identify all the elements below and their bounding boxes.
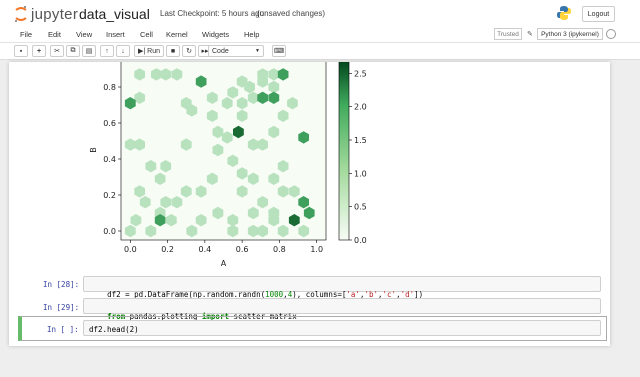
interrupt-button[interactable]: ■ (166, 45, 180, 57)
arrow-up-icon: ↑ (105, 47, 109, 55)
x-tick-label: 0.4 (198, 245, 211, 254)
toolbar: ▪ + ✂ ⧉ ▤ ↑ ↓ ▶| Run ■ ↻ ▸▸ Code ▼ ⌨ (0, 43, 640, 60)
cell-type-value: Code (212, 47, 229, 55)
command-palette-button[interactable]: ⌨ (272, 45, 286, 57)
pencil-icon[interactable]: ✎ (527, 30, 533, 38)
notebook-title[interactable]: data_visual (79, 6, 150, 22)
save-button[interactable]: ▪ (14, 45, 28, 57)
x-tick-label: 0.6 (236, 245, 249, 254)
copy-icon: ⧉ (70, 47, 76, 54)
menu-edit[interactable]: Edit (48, 30, 61, 39)
x-axis-label: A (221, 259, 227, 268)
checkpoint-status: Last Checkpoint: 5 hours ago (160, 9, 265, 18)
colorbar-tick-label: 1.5 (354, 136, 367, 145)
move-up-button[interactable]: ↑ (100, 45, 114, 57)
colorbar-tick-label: 2.5 (354, 69, 367, 78)
colorbar-tick-label: 1.0 (354, 169, 367, 178)
header: jupyter data_visual Last Checkpoint: 5 h… (0, 0, 640, 27)
insert-cell-button[interactable]: + (32, 45, 46, 57)
menu-kernel[interactable]: Kernel (166, 30, 188, 39)
colorbar-tick-label: 0.0 (354, 236, 367, 245)
copy-button[interactable]: ⧉ (66, 45, 80, 57)
paste-button[interactable]: ▤ (82, 45, 96, 57)
hexbin-chart: 0.0 0.2 0.4 0.6 0.8 1.0 0.0 0.2 0.4 0.6 0.8 A B 0.0 0.… (89, 62, 367, 268)
jupyter-logo-icon[interactable] (14, 5, 28, 23)
scissors-icon: ✂ (54, 48, 60, 55)
colorbar-tick-label: 0.5 (354, 203, 367, 212)
run-label: Run (147, 47, 161, 55)
y-tick-label: 0.4 (103, 155, 116, 164)
x-tick-label: 0.0 (124, 245, 137, 254)
run-button[interactable]: ▶| Run (134, 45, 164, 57)
menu-view[interactable]: View (76, 30, 92, 39)
paste-icon: ▤ (85, 48, 93, 55)
logout-button[interactable]: Logout (582, 6, 615, 22)
arrow-down-icon: ↓ (121, 47, 125, 55)
y-tick-label: 0.6 (103, 119, 116, 128)
cut-button[interactable]: ✂ (50, 45, 64, 57)
notebook-container[interactable]: 0.0 0.2 0.4 0.6 0.8 1.0 0.0 0.2 0.4 0.6 0.8 A B 0.0 0.… (9, 62, 610, 346)
restart-icon: ↻ (186, 48, 192, 55)
code-cell-29[interactable]: from pandas.plotting import scatter_matr… (83, 298, 601, 321)
kernel-name[interactable]: Python 3 (ipykernel) (537, 28, 603, 40)
cell-prompt-28: In [28]: (43, 280, 80, 289)
x-tick-label: 1.0 (310, 245, 323, 254)
python-logo-icon (557, 6, 571, 20)
step-forward-icon: ▶| (137, 48, 146, 55)
x-tick-label: 0.2 (161, 245, 174, 254)
menu-widgets[interactable]: Widgets (202, 30, 229, 39)
y-tick-label: 0.8 (103, 83, 116, 92)
code-cell-28[interactable]: df2 = pd.DataFrame(np.random.randn(1000,… (83, 276, 601, 299)
menu-cell[interactable]: Cell (140, 30, 153, 39)
plot-frame (120, 62, 327, 241)
menu-insert[interactable]: Insert (106, 30, 125, 39)
keyboard-icon: ⌨ (273, 48, 285, 55)
restart-button[interactable]: ↻ (182, 45, 196, 57)
y-tick-label: 0.0 (103, 227, 116, 236)
y-axis-label: B (89, 147, 98, 153)
kernel-status-indicator (606, 29, 616, 39)
chevron-down-icon: ▼ (255, 48, 260, 54)
menu-help[interactable]: Help (244, 30, 259, 39)
move-down-button[interactable]: ↓ (116, 45, 130, 57)
y-tick-label: 0.2 (103, 191, 116, 200)
colorbar (338, 62, 350, 241)
cell-type-select[interactable]: Code ▼ (208, 45, 264, 57)
x-tick-label: 0.8 (273, 245, 286, 254)
plus-icon: + (36, 47, 42, 55)
colorbar-tick-label: 2.0 (354, 103, 367, 112)
save-icon: ▪ (19, 47, 23, 55)
cell-prompt-current: In [ ]: (47, 325, 79, 334)
menu-file[interactable]: File (20, 30, 32, 39)
stop-icon: ■ (170, 47, 176, 55)
app-name[interactable]: jupyter (31, 6, 78, 23)
unsaved-status: (unsaved changes) (257, 9, 326, 18)
trusted-badge[interactable]: Trusted (494, 28, 522, 40)
code-cell-current[interactable]: df2.head(2) (83, 320, 601, 336)
cell-prompt-29: In [29]: (43, 303, 80, 312)
